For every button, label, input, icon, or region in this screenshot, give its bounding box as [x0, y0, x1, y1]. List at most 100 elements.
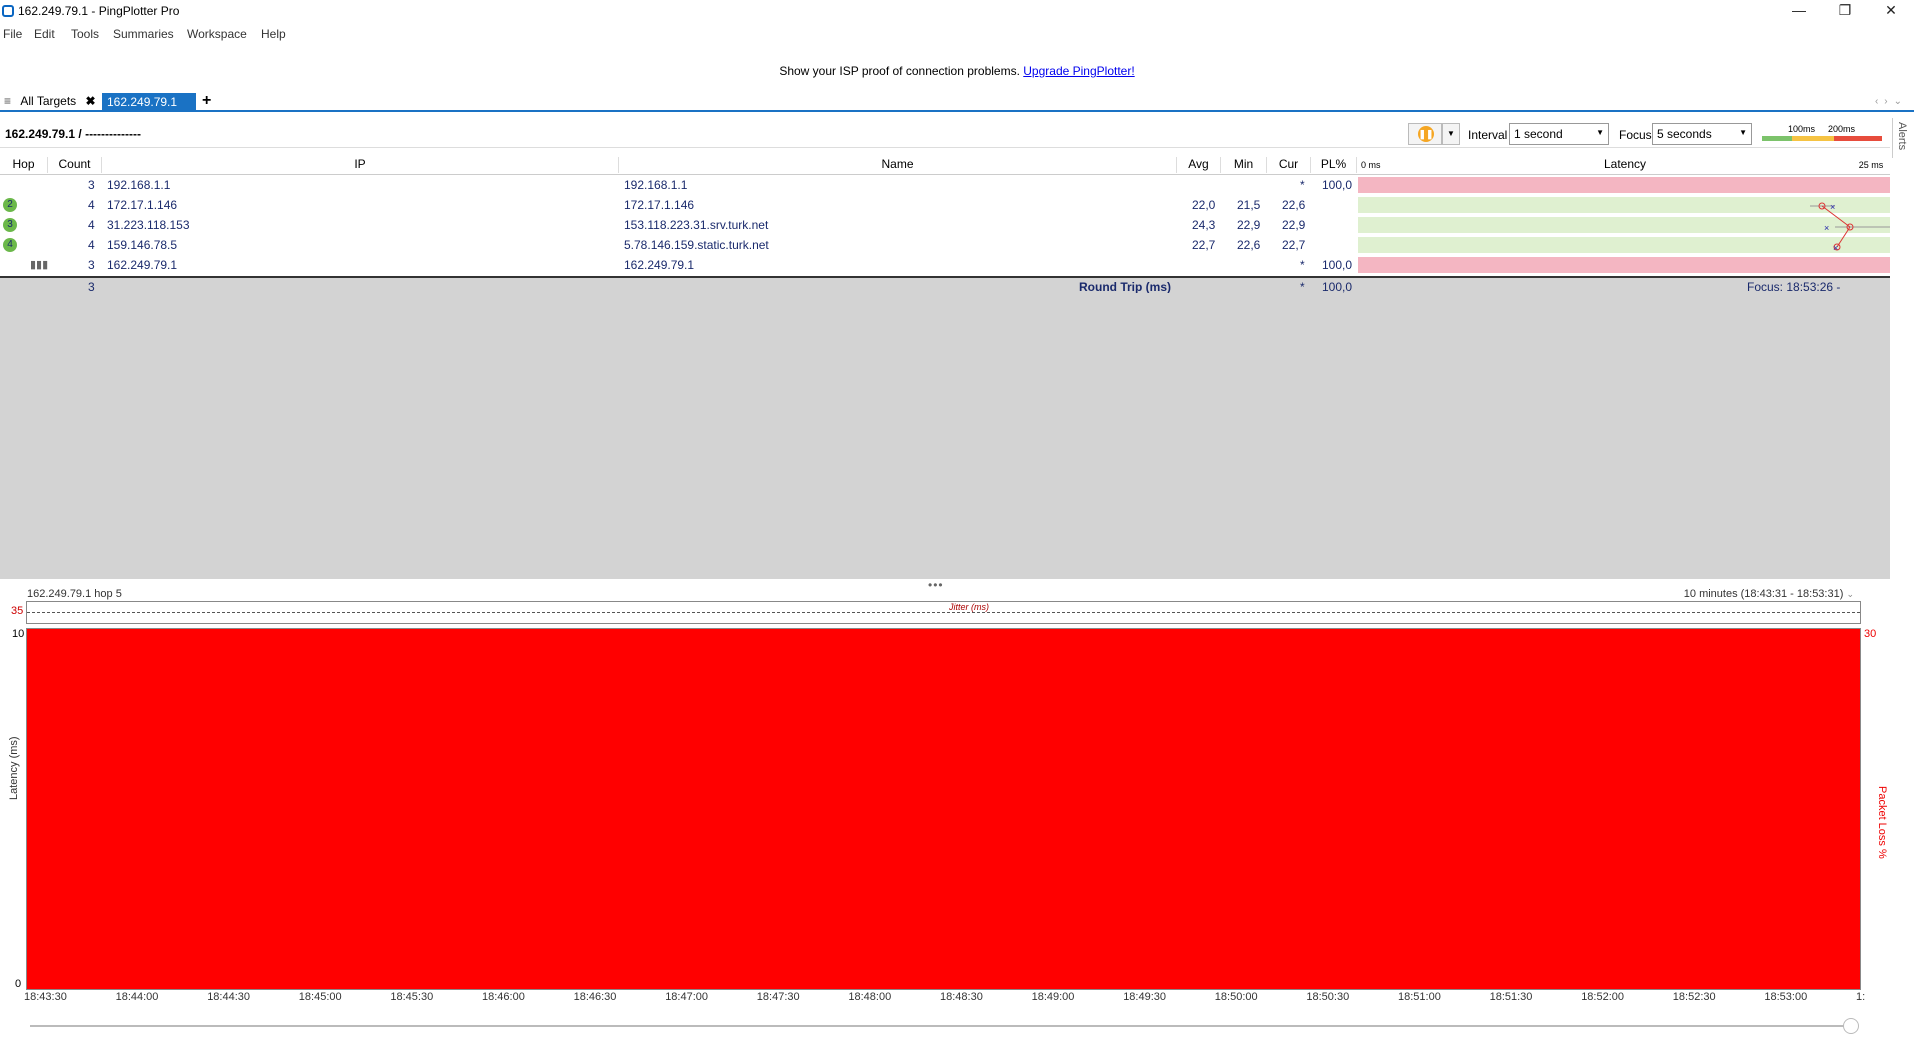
row-cur: * [1300, 178, 1305, 192]
chevron-down-icon: ▼ [1739, 128, 1747, 137]
latency-end-label: 25 ms [1858, 160, 1884, 170]
trace-min-marker: × [1830, 202, 1835, 212]
target-toolbar: 162.249.79.1 / -------------- ❚❚ ▼ Inter… [0, 120, 1890, 148]
promo-banner: Show your ISP proof of connection proble… [0, 64, 1914, 78]
row-ip: 192.168.1.1 [107, 178, 171, 192]
x-tick-label: 18:52:00 [1581, 991, 1625, 1003]
latency-trace-graph: × × × [1810, 202, 1890, 253]
row-ip: 172.17.1.146 [107, 198, 178, 212]
x-tick-label: 18:43:30 [24, 991, 67, 1003]
row-name: 192.168.1.1 [624, 178, 688, 192]
summary-label: Round Trip (ms) [1079, 280, 1171, 294]
row-min: 22,9 [1237, 218, 1261, 232]
tab-target-label: 162.249.79.1 [107, 95, 178, 109]
row-avg: 22,7 [1192, 238, 1216, 252]
interval-select[interactable]: 1 second ▼ [1509, 123, 1609, 145]
row-pl: 100,0 [1322, 258, 1353, 272]
x-tick-label: 18:45:30 [390, 991, 434, 1003]
trace-min-marker: × [1824, 223, 1829, 233]
menu-edit[interactable]: Edit [34, 27, 55, 41]
hop-number-badge: 4 [3, 238, 17, 252]
latency-bar-loss [1358, 177, 1890, 193]
app-icon [2, 5, 14, 17]
x-tick-label: 18:47:00 [665, 991, 709, 1003]
menu-help[interactable]: Help [261, 27, 286, 41]
upgrade-link[interactable]: Upgrade PingPlotter! [1023, 64, 1134, 78]
jitter-max-label: 35 [11, 605, 24, 617]
close-button[interactable]: ✕ [1868, 0, 1914, 22]
row-ip: 159.146.78.5 [107, 238, 178, 252]
scale-200-label: 200ms [1828, 124, 1856, 134]
add-tab-button[interactable]: + [202, 92, 211, 110]
x-tick-label: 18:49:00 [1031, 991, 1075, 1003]
timeline-scroll-track[interactable] [30, 1025, 1854, 1027]
focus-select[interactable]: 5 seconds ▼ [1652, 123, 1752, 145]
graph-range[interactable]: 10 minutes (18:43:31 - 18:53:31) ⌄ [1684, 588, 1854, 600]
target-path: 162.249.79.1 / -------------- [5, 127, 141, 141]
row-count: 3 [88, 258, 95, 272]
table-row[interactable]: 2 4 172.17.1.146 172.17.1.146 22,0 21,5 … [0, 195, 1890, 215]
x-tick-label: 18:47:30 [756, 991, 800, 1003]
table-row[interactable]: ▮▮▮ 3 162.249.79.1 162.249.79.1 * 100,0 [0, 255, 1890, 275]
row-cur: 22,9 [1282, 218, 1306, 232]
col-min[interactable]: Min [1221, 157, 1267, 173]
close-tab-icon[interactable]: ✖ [86, 94, 96, 108]
summary-pl: 100,0 [1322, 280, 1353, 294]
menu-tools[interactable]: Tools [71, 27, 99, 41]
col-pl[interactable]: PL% [1311, 157, 1357, 173]
table-row[interactable]: 4 4 159.146.78.5 5.78.146.159.static.tur… [0, 235, 1890, 255]
row-name: 172.17.1.146 [624, 198, 695, 212]
list-icon: ≡ [4, 94, 12, 108]
table-row[interactable]: 3 192.168.1.1 192.168.1.1 * 100,0 [0, 175, 1890, 195]
menu-summaries[interactable]: Summaries [113, 27, 174, 41]
x-tick-label: 18:48:30 [940, 991, 983, 1003]
row-avg: 24,3 [1192, 218, 1216, 232]
jitter-dashed-line [27, 612, 1860, 613]
row-cur: 22,7 [1282, 238, 1306, 252]
col-latency[interactable]: Latency [1560, 157, 1690, 173]
col-cur[interactable]: Cur [1267, 157, 1311, 173]
tab-all-targets[interactable]: ≡ All Targets ✖ [4, 94, 96, 112]
graph-range-label: 10 minutes (18:43:31 - 18:53:31) [1683, 588, 1844, 600]
trace-line [1836, 226, 1851, 248]
col-count[interactable]: Count [48, 157, 102, 173]
col-name[interactable]: Name [619, 157, 1177, 173]
menu-workspace[interactable]: Workspace [187, 27, 247, 41]
alerts-label: Alerts [1896, 122, 1908, 151]
col-ip[interactable]: IP [102, 157, 619, 173]
row-min: 21,5 [1237, 198, 1261, 212]
row-name: 153.118.223.31.srv.turk.net [624, 218, 769, 232]
x-tick-label: 18:50:30 [1306, 991, 1350, 1003]
x-tick-label: 18:44:00 [115, 991, 159, 1003]
focus-value: 5 seconds [1657, 127, 1712, 141]
hop-number-badge: 2 [3, 198, 17, 212]
table-row[interactable]: 3 4 31.223.118.153 153.118.223.31.srv.tu… [0, 215, 1890, 235]
timeline-scroll-thumb[interactable] [1843, 1018, 1859, 1034]
bar-chart-icon[interactable]: ▮▮▮ [30, 258, 48, 271]
menu-file[interactable]: File [3, 27, 22, 41]
col-avg[interactable]: Avg [1177, 157, 1221, 173]
focus-label: Focus [1619, 128, 1652, 142]
row-cur: * [1300, 258, 1305, 272]
minimize-button[interactable]: — [1776, 0, 1822, 22]
pause-button[interactable]: ❚❚ [1408, 123, 1442, 145]
row-name: 162.249.79.1 [624, 258, 695, 272]
y-max-label: 10 [12, 628, 25, 640]
pause-dropdown-button[interactable]: ▼ [1442, 123, 1460, 145]
trace-grid-header: Hop Count IP Name Avg Min Cur PL% 0 ms L… [0, 155, 1890, 175]
latency-scale-bar[interactable] [1762, 136, 1882, 141]
tab-scroll-arrows[interactable]: ‹›⌄ [1875, 96, 1908, 107]
latency-timeline-graph[interactable] [26, 628, 1861, 990]
menu-bar: File Edit Tools Summaries Workspace Help [0, 24, 1914, 46]
x-tick-label: 18:44:30 [207, 991, 251, 1003]
restore-button[interactable]: ❐ [1822, 0, 1868, 22]
x-tick-label: 18:48:00 [848, 991, 892, 1003]
row-ip: 31.223.118.153 [107, 218, 190, 232]
packet-loss-axis-label: Packet Loss % [1876, 786, 1888, 859]
alerts-panel-tab[interactable]: Alerts [1892, 118, 1914, 158]
latency-bar-loss [1358, 257, 1890, 273]
tab-target[interactable]: 162.249.79.1 ✔ [102, 93, 196, 123]
window-title: 162.249.79.1 - PingPlotter Pro [18, 4, 180, 18]
row-count: 4 [88, 218, 95, 232]
col-hop[interactable]: Hop [0, 157, 48, 173]
